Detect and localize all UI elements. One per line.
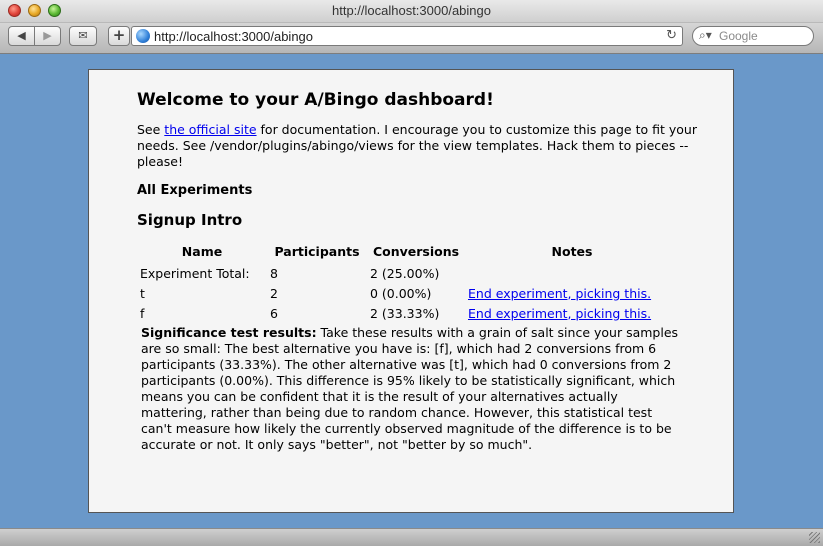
plus-icon: + <box>112 26 126 44</box>
row-conversions: 0 (0.00%) <box>370 285 432 301</box>
significance-label: Significance test results: <box>141 325 317 340</box>
row-participants: 2 <box>270 285 278 301</box>
url-text[interactable]: http://localhost:3000/abingo <box>154 29 313 44</box>
back-button[interactable]: ◀ <box>8 26 35 46</box>
column-header-name: Name <box>181 243 223 259</box>
reload-icon[interactable]: ↻ <box>666 28 677 43</box>
significance-results: Significance test results: Take these re… <box>141 325 681 453</box>
forward-button[interactable]: ▶ <box>34 26 61 46</box>
search-icon[interactable]: ⌕▾ <box>699 28 712 43</box>
back-arrow-icon: ◀ <box>17 29 26 42</box>
dashboard-content: Welcome to your A/Bingo dashboard! See t… <box>137 90 697 453</box>
row-notes: End experiment, picking this. <box>465 303 679 323</box>
search-field[interactable]: ⌕▾ Google <box>692 26 814 46</box>
intro-paragraph: See the official site for documentation.… <box>137 122 697 170</box>
section-title: All Experiments <box>137 183 253 198</box>
window-title: http://localhost:3000/abingo <box>331 3 491 18</box>
table-row: Experiment Total: 8 2 (25.00%) <box>137 263 679 283</box>
page-title: Welcome to your A/Bingo dashboard! <box>137 90 494 110</box>
column-header-conversions: Conversions <box>372 243 460 259</box>
title-bar: http://localhost:3000/abingo <box>0 0 823 23</box>
column-header-notes: Notes <box>551 243 593 259</box>
snippet-button[interactable]: ✉ <box>69 26 97 46</box>
end-experiment-link-t[interactable]: End experiment, picking this. <box>468 286 651 301</box>
row-conversions: 2 (25.00%) <box>370 265 440 281</box>
row-participants: 6 <box>270 305 278 321</box>
row-name: f <box>140 305 145 321</box>
address-bar[interactable]: http://localhost:3000/abingo ↻ <box>131 26 683 46</box>
official-site-link[interactable]: the official site <box>164 122 256 137</box>
end-experiment-link-f[interactable]: End experiment, picking this. <box>468 306 651 321</box>
globe-icon <box>136 29 150 43</box>
table-header-row: Name Participants Conversions Notes <box>137 243 679 263</box>
experiment-table: Name Participants Conversions Notes Expe… <box>137 243 679 323</box>
row-name: t <box>140 285 145 301</box>
significance-text: Take these results with a grain of salt … <box>141 325 679 452</box>
intro-text-before: See <box>137 122 165 137</box>
column-header-participants: Participants <box>274 243 360 259</box>
search-placeholder: Google <box>719 29 758 43</box>
snippet-icon: ✉ <box>78 29 88 42</box>
page-content: Welcome to your A/Bingo dashboard! See t… <box>88 69 734 513</box>
forward-arrow-icon: ▶ <box>43 29 52 42</box>
row-name: Experiment Total: <box>140 265 250 281</box>
row-notes <box>465 263 679 283</box>
table-row: f 6 2 (33.33%) End experiment, picking t… <box>137 303 679 323</box>
experiment-title: Signup Intro <box>137 211 243 229</box>
row-notes: End experiment, picking this. <box>465 283 679 303</box>
row-participants: 8 <box>270 265 278 281</box>
status-bar <box>0 528 823 546</box>
resize-grip-icon[interactable] <box>809 532 820 543</box>
table-row: t 2 0 (0.00%) End experiment, picking th… <box>137 283 679 303</box>
row-conversions: 2 (33.33%) <box>370 305 440 321</box>
browser-toolbar: ◀ ▶ ✉ + http://localhost:3000/abingo ↻ ⌕… <box>0 23 823 54</box>
add-bookmark-button[interactable]: + <box>108 26 130 46</box>
